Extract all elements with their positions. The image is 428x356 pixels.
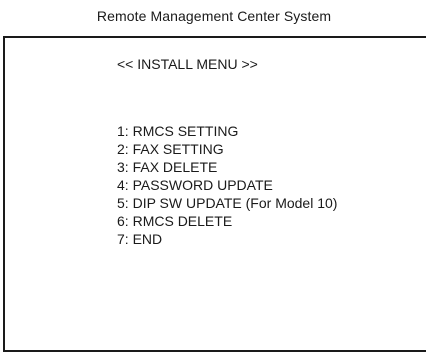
menu-item-fax-delete[interactable]: 3: FAX DELETE bbox=[117, 158, 337, 176]
menu-item-password-update[interactable]: 4: PASSWORD UPDATE bbox=[117, 176, 337, 194]
menu-item-number: 3: bbox=[117, 159, 129, 175]
page-title: Remote Management Center System bbox=[96, 8, 332, 24]
install-menu-list: 1: RMCS SETTING 2: FAX SETTING 3: FAX DE… bbox=[117, 122, 337, 248]
menu-item-label: FAX DELETE bbox=[132, 159, 218, 175]
menu-item-number: 6: bbox=[117, 213, 129, 229]
menu-item-rmcs-setting[interactable]: 1: RMCS SETTING bbox=[117, 122, 337, 140]
menu-item-number: 7: bbox=[117, 231, 129, 247]
menu-item-label: RMCS DELETE bbox=[132, 213, 233, 229]
menu-item-label: RMCS SETTING bbox=[132, 123, 239, 139]
menu-item-label: PASSWORD UPDATE bbox=[132, 177, 273, 193]
install-menu-screen: << INSTALL MENU >> 1: RMCS SETTING 2: FA… bbox=[3, 36, 426, 352]
menu-item-end[interactable]: 7: END bbox=[117, 230, 337, 248]
menu-item-label: END bbox=[132, 231, 163, 247]
menu-item-fax-setting[interactable]: 2: FAX SETTING bbox=[117, 140, 337, 158]
menu-item-number: 2: bbox=[117, 141, 129, 157]
menu-item-number: 1: bbox=[117, 123, 129, 139]
menu-item-number: 5: bbox=[117, 195, 129, 211]
menu-header: << INSTALL MENU >> bbox=[117, 56, 258, 72]
menu-item-dip-sw-update[interactable]: 5: DIP SW UPDATE (For Model 10) bbox=[117, 194, 337, 212]
menu-item-number: 4: bbox=[117, 177, 129, 193]
menu-item-label: FAX SETTING bbox=[132, 141, 224, 157]
menu-item-label: DIP SW UPDATE bbox=[132, 195, 242, 211]
menu-item-model-note: (For Model 10) bbox=[245, 195, 338, 211]
menu-item-rmcs-delete[interactable]: 6: RMCS DELETE bbox=[117, 212, 337, 230]
